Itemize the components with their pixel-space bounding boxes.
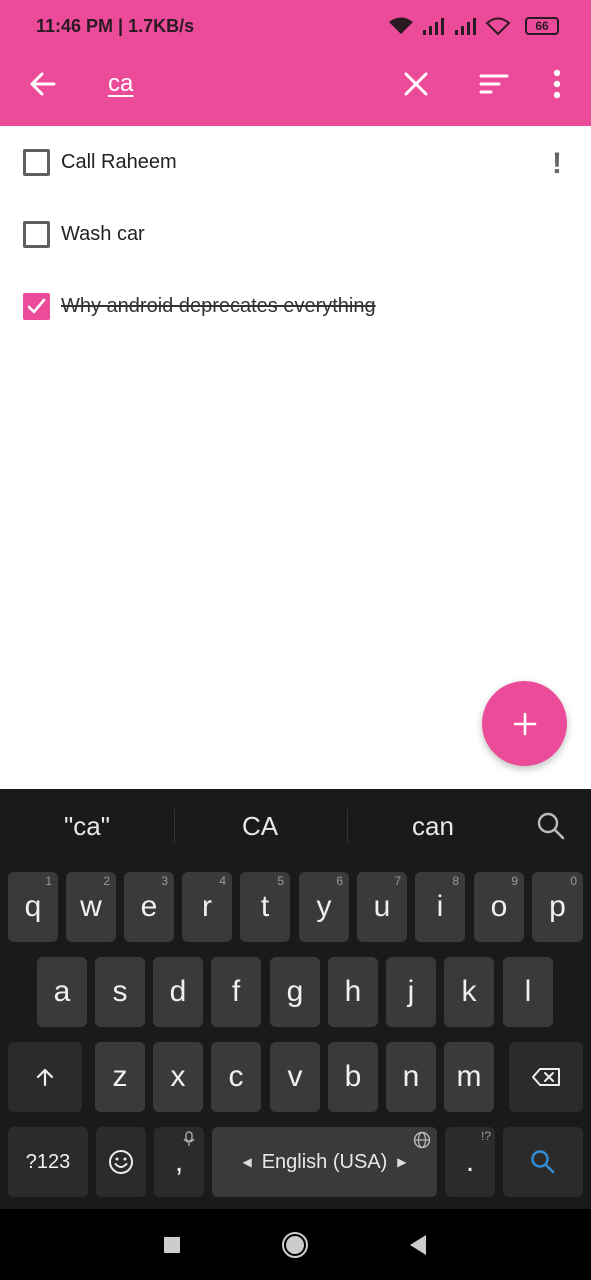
- status-bar: 11:46 PM | 1.7KB/s 66: [0, 0, 591, 52]
- key-q[interactable]: q1: [8, 872, 58, 942]
- suggestion-item[interactable]: "ca": [2, 811, 172, 842]
- key-f[interactable]: f: [211, 957, 261, 1027]
- key-n[interactable]: n: [386, 1042, 436, 1112]
- clear-search-button[interactable]: [392, 60, 440, 108]
- key-r[interactable]: r4: [182, 872, 232, 942]
- key-d[interactable]: d: [153, 957, 203, 1027]
- key-t[interactable]: t5: [240, 872, 290, 942]
- triangle-back-icon: [410, 1235, 426, 1255]
- key-l[interactable]: l: [503, 957, 553, 1027]
- key-e[interactable]: e3: [124, 872, 174, 942]
- backspace-key[interactable]: [509, 1042, 583, 1112]
- key-m[interactable]: m: [444, 1042, 494, 1112]
- task-checkbox[interactable]: [23, 293, 50, 320]
- key-p[interactable]: p0: [532, 872, 583, 942]
- microphone-icon: [183, 1131, 195, 1146]
- key-z[interactable]: z: [95, 1042, 145, 1112]
- more-vert-icon: [553, 69, 561, 99]
- status-icons: [387, 14, 511, 38]
- period-key[interactable]: . !?: [445, 1127, 495, 1197]
- back-button[interactable]: [18, 60, 66, 108]
- key-k[interactable]: k: [444, 957, 494, 1027]
- chevron-left-icon: ◀: [242, 1155, 252, 1169]
- back-arrow-icon: [30, 72, 56, 96]
- search-icon: [537, 812, 565, 840]
- task-label: Why android deprecates everything: [61, 295, 376, 317]
- task-checkbox[interactable]: [23, 221, 50, 248]
- battery-indicator: 66: [525, 17, 559, 35]
- sort-button[interactable]: [470, 60, 518, 108]
- key-b[interactable]: b: [328, 1042, 378, 1112]
- key-u[interactable]: u7: [357, 872, 407, 942]
- key-w[interactable]: w2: [66, 872, 116, 942]
- key-x[interactable]: x: [153, 1042, 203, 1112]
- home-button[interactable]: [275, 1227, 315, 1263]
- wifi-icon: [389, 17, 413, 34]
- key-j[interactable]: j: [386, 957, 436, 1027]
- numbers-key[interactable]: ?123: [8, 1127, 88, 1197]
- key-h[interactable]: h: [328, 957, 378, 1027]
- status-time: 11:46 PM | 1.7KB/s: [36, 16, 195, 36]
- key-s[interactable]: s: [95, 957, 145, 1027]
- top-bar: 11:46 PM | 1.7KB/s 66 ca: [0, 0, 591, 126]
- list-item[interactable]: Call Raheem !: [0, 133, 591, 193]
- search-query-input[interactable]: ca: [108, 70, 133, 98]
- key-i[interactable]: i8: [415, 872, 465, 942]
- sort-icon: [479, 74, 509, 94]
- square-icon: [164, 1237, 180, 1253]
- globe-icon: [413, 1131, 431, 1149]
- priority-icon: !: [552, 147, 562, 180]
- list-item[interactable]: Wash car: [0, 205, 591, 265]
- close-icon: [404, 72, 428, 96]
- emoji-icon: [109, 1150, 133, 1174]
- search-action-key[interactable]: [503, 1127, 583, 1197]
- app-bar: ca: [0, 52, 591, 126]
- signal-icon: [455, 18, 476, 35]
- key-y[interactable]: y6: [299, 872, 349, 942]
- task-checkbox[interactable]: [23, 149, 50, 176]
- home-circle-icon: [282, 1232, 308, 1258]
- suggestion-item[interactable]: CA: [175, 811, 345, 842]
- suggestion-bar: "ca" CA can: [0, 789, 591, 861]
- search-icon: [531, 1150, 555, 1174]
- comma-key[interactable]: ,: [154, 1127, 204, 1197]
- key-v[interactable]: v: [270, 1042, 320, 1112]
- wifi-icon: [485, 17, 511, 36]
- list-item[interactable]: Why android deprecates everything: [0, 277, 591, 337]
- key-o[interactable]: o9: [474, 872, 524, 942]
- emoji-key[interactable]: [96, 1127, 146, 1197]
- chevron-right-icon: ▶: [397, 1155, 407, 1169]
- add-task-button[interactable]: [482, 681, 567, 766]
- key-a[interactable]: a: [37, 957, 87, 1027]
- system-nav-bar: [0, 1209, 591, 1280]
- task-label: Wash car: [61, 223, 145, 245]
- suggestion-item[interactable]: can: [348, 811, 518, 842]
- space-key[interactable]: ◀ English (USA) ▶: [212, 1127, 437, 1197]
- soft-keyboard: "ca" CA can q1 w2 e3 r4 t5 y6 u7 i8 o9 p…: [0, 789, 591, 1209]
- shift-arrow-icon: [36, 1068, 54, 1087]
- backspace-icon: [532, 1068, 560, 1086]
- keyboard-search-button[interactable]: [536, 811, 566, 846]
- more-options-button[interactable]: [533, 60, 581, 108]
- check-icon: [27, 298, 46, 314]
- signal-icon: [423, 18, 444, 35]
- key-g[interactable]: g: [270, 957, 320, 1027]
- recents-button[interactable]: [152, 1227, 192, 1263]
- shift-key[interactable]: [8, 1042, 82, 1112]
- back-nav-button[interactable]: [398, 1227, 438, 1263]
- key-c[interactable]: c: [211, 1042, 261, 1112]
- task-label: Call Raheem: [61, 151, 177, 173]
- plus-icon: [513, 712, 536, 735]
